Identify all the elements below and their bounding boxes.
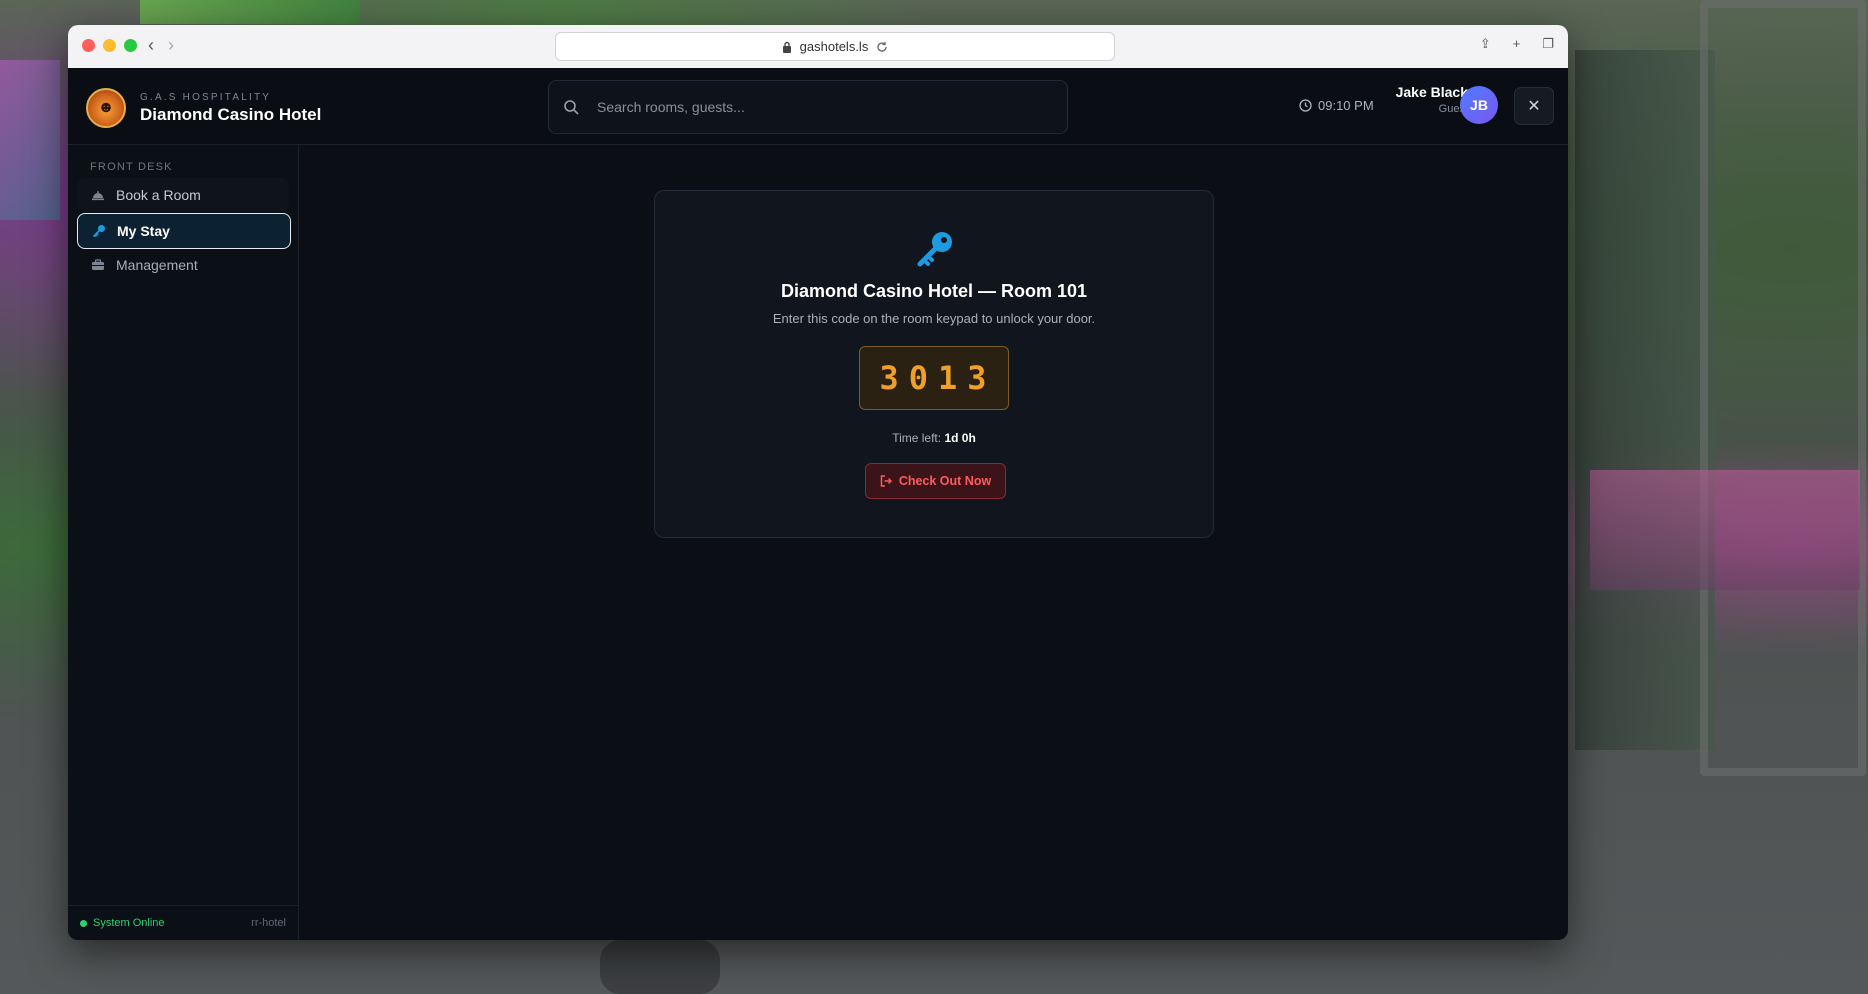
forward-icon[interactable]: › [168,35,174,56]
browser-chrome: ‹ › gashotels.ls ⇪ + ❐ [68,25,1568,69]
sidebar-section-title: FRONT DESK [90,161,173,173]
check-out-label: Check Out Now [898,474,992,488]
close-window-button[interactable] [82,39,95,52]
status-dot-icon [80,919,87,927]
user-info: Jake Black Guest [1378,84,1468,115]
door-code: 3013 [859,346,1009,410]
bell-icon [91,188,105,202]
minimize-window-button[interactable] [103,39,116,52]
maximize-window-button[interactable] [124,39,137,52]
key-icon [92,224,106,238]
clock: 09:10 PM [1299,98,1374,113]
system-status-text: System Online [93,917,165,929]
search-icon [564,100,579,115]
close-icon: ✕ [1527,98,1541,115]
time-left: Time left: 1d 0h [655,431,1213,445]
sidebar: FRONT DESK Book a Room My Stay Managemen… [68,145,299,940]
browser-actions: ⇪ + ❐ [1480,36,1554,52]
new-tab-icon[interactable]: + [1513,36,1521,52]
reload-icon[interactable] [876,41,888,53]
app-version: rr-hotel [251,917,286,929]
address-bar[interactable]: gashotels.ls [555,32,1115,61]
hotel-logo-icon: ☻ [86,88,126,128]
time-left-label: Time left: [892,431,942,445]
sidebar-item-my-stay[interactable]: My Stay [77,213,291,249]
nav-arrows: ‹ › [148,35,174,56]
app-header: ☻ G.A.S HOSPITALITY Diamond Casino Hotel… [68,68,1568,145]
stay-instructions: Enter this code on the room keypad to un… [772,311,1096,326]
search-box [548,80,1068,134]
room-key-icon [917,232,952,267]
brand-subtitle: G.A.S HOSPITALITY [140,91,272,103]
sidebar-item-book-a-room[interactable]: Book a Room [77,178,289,212]
lock-icon [782,41,791,53]
search-input[interactable] [595,98,1019,116]
url-text: gashotels.ls [799,39,869,54]
brand: ☻ G.A.S HOSPITALITY Diamond Casino Hotel [86,88,321,128]
sidebar-item-label: My Stay [117,223,170,239]
clock-icon [1299,99,1312,112]
sign-out-icon [880,475,892,487]
browser-window: ‹ › gashotels.ls ⇪ + ❐ ☻ G.A.S HOSPITALI… [68,25,1568,940]
stay-title: Diamond Casino Hotel — Room 101 [780,281,1088,301]
user-name: Jake Black [1395,84,1468,100]
avatar[interactable]: JB [1460,86,1498,124]
clock-time: 09:10 PM [1318,98,1374,113]
system-status: System Online [80,917,165,929]
time-left-value: 1d 0h [944,431,976,445]
window-controls [82,39,137,52]
sidebar-footer: System Online rr-hotel [68,905,298,940]
back-icon[interactable]: ‹ [148,35,154,56]
sidebar-item-management[interactable]: Management [77,248,289,282]
share-icon[interactable]: ⇪ [1480,36,1491,52]
briefcase-icon [91,258,105,272]
sidebar-item-label: Book a Room [116,187,201,203]
user-role: Guest [1438,103,1468,115]
close-app-button[interactable]: ✕ [1514,87,1554,125]
tabs-overview-icon[interactable]: ❐ [1542,36,1554,52]
sidebar-item-label: Management [116,257,198,273]
stay-card: Diamond Casino Hotel — Room 101 Enter th… [654,190,1214,538]
brand-title: Diamond Casino Hotel [140,104,322,124]
check-out-button[interactable]: Check Out Now [865,463,1006,499]
